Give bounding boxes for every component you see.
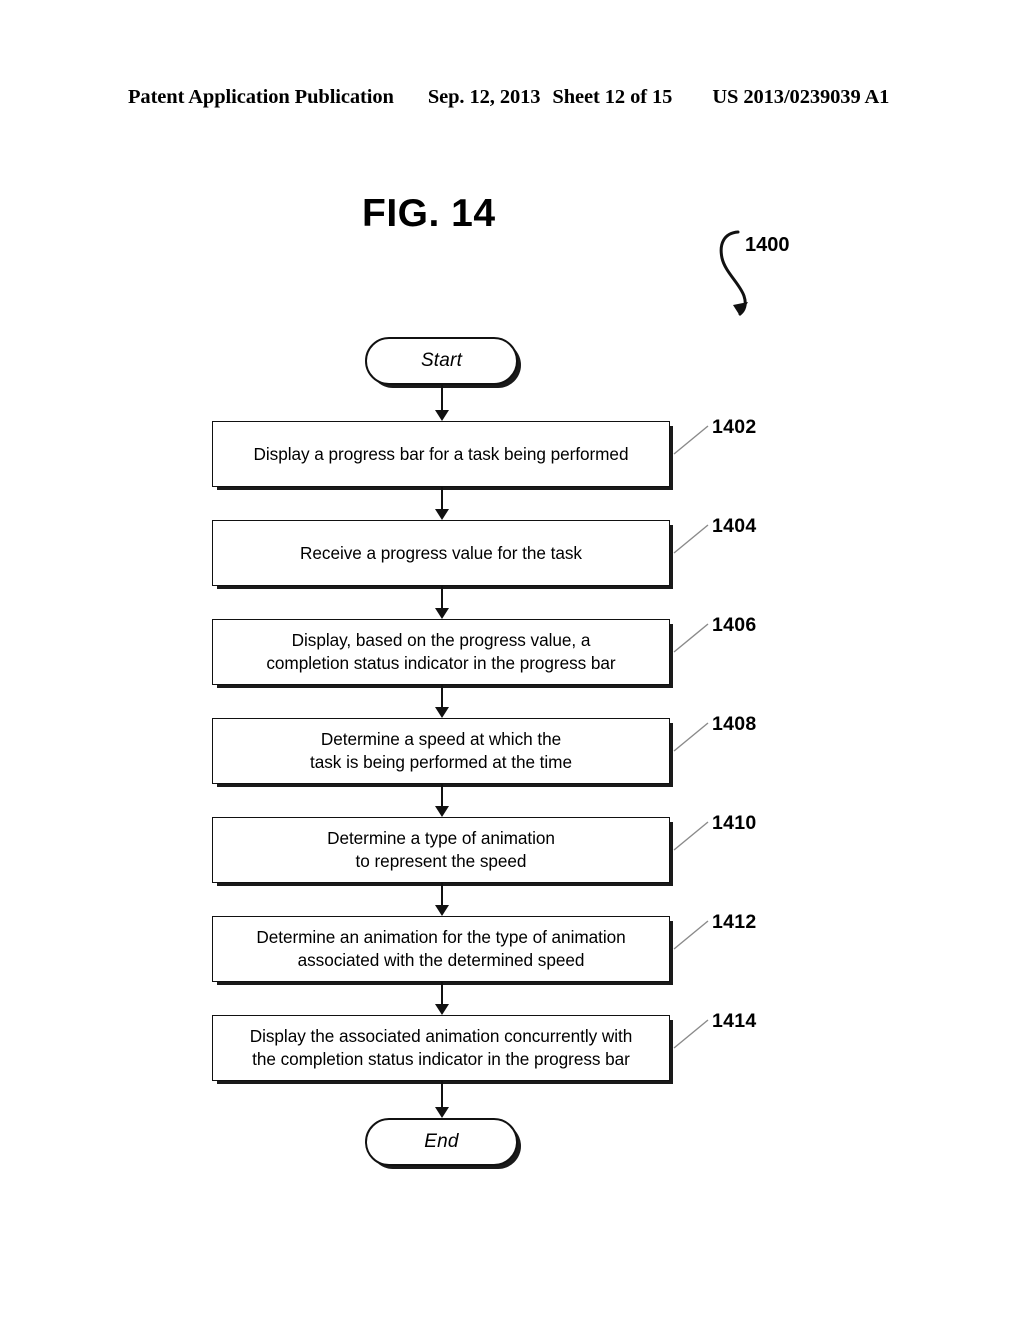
flow-leader-1408	[672, 721, 710, 752]
flow-connector-1414-to-end	[435, 1081, 449, 1118]
flow-node-1414-label: Display the associated animation concurr…	[249, 1026, 633, 1069]
flow-leader-1404	[672, 523, 710, 554]
flow-node-1412: Determine an animation for the type of a…	[212, 916, 670, 982]
flow-leader-1402	[672, 424, 710, 455]
flow-node-1406: Display, based on the progress value, a …	[212, 619, 670, 685]
flow-node-1410: Determine a type of animation to represe…	[212, 817, 670, 883]
flow-ref-1404: 1404	[712, 515, 757, 537]
flow-leader-1412	[672, 919, 710, 950]
flow-node-start-label: Start	[420, 350, 463, 371]
flow-ref-1408: 1408	[712, 713, 757, 735]
flow-connector-1408-to-1410	[435, 784, 449, 817]
flow-connector-1412-to-1414	[435, 982, 449, 1015]
flow-leader-1414	[672, 1018, 710, 1049]
flow-node-1404-label: Receive a progress value for the task	[300, 542, 582, 563]
flow-node-1408-label: Determine a speed at which the task is b…	[310, 729, 572, 772]
flow-node-1402: Display a progress bar for a task being …	[212, 421, 670, 487]
flow-connector-1410-to-1412	[435, 883, 449, 916]
flow-node-start: Start	[365, 337, 518, 385]
flow-connector-start-to-1402	[435, 385, 449, 421]
flow-node-1402-label: Display a progress bar for a task being …	[253, 443, 629, 464]
flow-connector-1404-to-1406	[435, 586, 449, 619]
flow-ref-1406: 1406	[712, 614, 757, 636]
flow-leader-1410	[672, 820, 710, 851]
flow-node-end-label: End	[424, 1131, 459, 1152]
flow-connector-1402-to-1404	[435, 487, 449, 520]
flow-node-1410-label: Determine a type of animation to represe…	[327, 828, 555, 871]
flow-connector-1406-to-1408	[435, 685, 449, 718]
flow-ref-1410: 1410	[712, 812, 757, 834]
flow-node-1412-label: Determine an animation for the type of a…	[256, 927, 626, 970]
flow-ref-1402: 1402	[712, 416, 757, 438]
flow-leader-1406	[672, 622, 710, 653]
flow-ref-1412: 1412	[712, 911, 757, 933]
flow-node-end: End	[365, 1118, 518, 1166]
flow-node-1404: Receive a progress value for the task	[212, 520, 670, 586]
flow-node-1414: Display the associated animation concurr…	[212, 1015, 670, 1081]
flow-node-1406-label: Display, based on the progress value, a …	[266, 630, 616, 673]
flow-node-1408: Determine a speed at which the task is b…	[212, 718, 670, 784]
flow-ref-1414: 1414	[712, 1010, 757, 1032]
flowchart-diagram: Start Display a progress bar for a task …	[0, 0, 1024, 1320]
